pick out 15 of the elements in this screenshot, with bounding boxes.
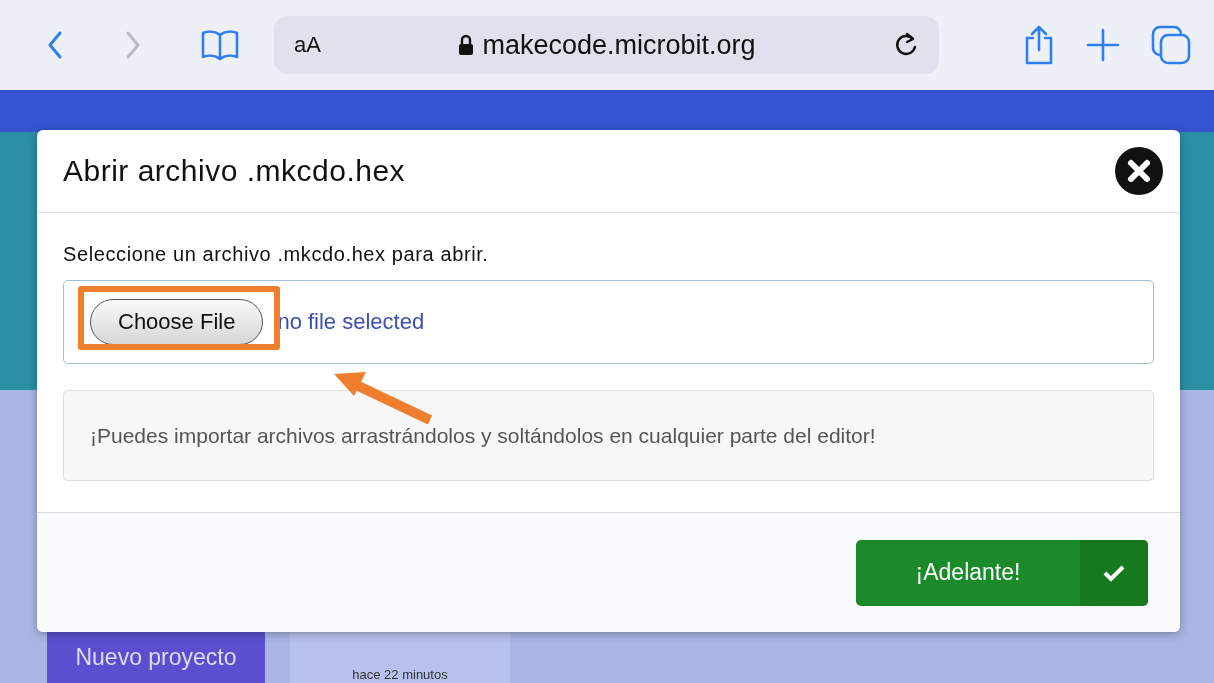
url-text: makecode.microbit.org [482,29,756,61]
lock-icon [458,34,475,56]
info-message: ¡Puedes importar archivos arrastrándolos y soltándolos en cualquier parte del editor! [63,390,1154,481]
dialog-title: Abrir archivo .mkcdo.hex [63,154,406,188]
address-bar[interactable]: aA makecode.microbit.org [274,16,939,74]
tabs-icon[interactable] [1150,24,1192,66]
project-card[interactable]: hace 22 minutos [290,631,510,683]
check-icon [1103,563,1125,582]
confirm-button[interactable]: ¡Adelante! [856,539,1148,606]
close-button[interactable] [1114,146,1164,196]
text-size-button[interactable]: aA [294,32,321,58]
new-project-card[interactable]: Nuevo proyecto [47,631,265,683]
project-time: hace 22 minutos [352,667,448,683]
dialog-prompt: Seleccione un archivo .mkcdo.hex para abrir. [63,243,490,266]
choose-file-button[interactable]: Choose File [90,299,264,345]
